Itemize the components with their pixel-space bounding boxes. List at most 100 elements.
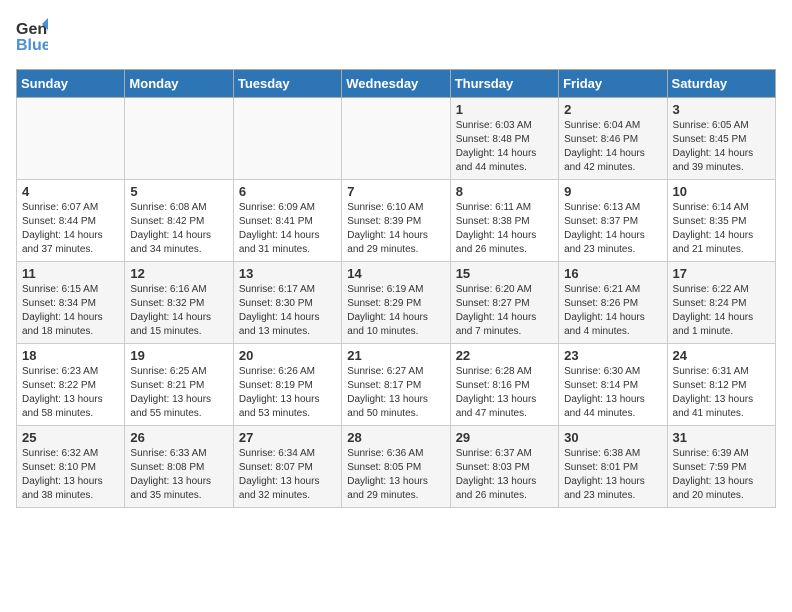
day-number: 2 — [564, 102, 661, 117]
day-info: Sunrise: 6:14 AM Sunset: 8:35 PM Dayligh… — [673, 201, 770, 257]
day-number: 24 — [673, 348, 770, 363]
day-info: Sunrise: 6:26 AM Sunset: 8:19 PM Dayligh… — [239, 365, 336, 421]
day-number: 10 — [673, 184, 770, 199]
day-info: Sunrise: 6:25 AM Sunset: 8:21 PM Dayligh… — [130, 365, 227, 421]
calendar-cell: 29 Sunrise: 6:37 AM Sunset: 8:03 PM Dayli… — [450, 426, 558, 508]
calendar-week-2: 4Sunrise: 6:07 AM Sunset: 8:44 PM Daylig… — [17, 180, 776, 262]
day-header-tuesday: Tuesday — [233, 70, 341, 98]
calendar-cell: 4Sunrise: 6:07 AM Sunset: 8:44 PM Daylig… — [17, 180, 125, 262]
calendar-cell: 17Sunrise: 6:22 AM Sunset: 8:24 PM Dayli… — [667, 262, 775, 344]
calendar-cell: 25 Sunrise: 6:32 AM Sunset: 8:10 PM Dayli… — [17, 426, 125, 508]
calendar-cell — [342, 98, 450, 180]
day-number: 18 — [22, 348, 119, 363]
day-number: 28 — [347, 430, 444, 445]
calendar-cell: 22 Sunrise: 6:28 AM Sunset: 8:16 PM Dayli… — [450, 344, 558, 426]
calendar-cell: 19 Sunrise: 6:25 AM Sunset: 8:21 PM Dayli… — [125, 344, 233, 426]
day-number: 23 — [564, 348, 661, 363]
day-number: 19 — [130, 348, 227, 363]
day-number: 22 — [456, 348, 553, 363]
day-info: Sunrise: 6:32 AM Sunset: 8:10 PM Dayligh… — [22, 447, 119, 503]
day-info: Sunrise: 6:37 AM Sunset: 8:03 PM Dayligh… — [456, 447, 553, 503]
day-info: Sunrise: 6:08 AM Sunset: 8:42 PM Dayligh… — [130, 201, 227, 257]
day-number: 16 — [564, 266, 661, 281]
calendar-cell: 7 Sunrise: 6:10 AM Sunset: 8:39 PM Daylig… — [342, 180, 450, 262]
calendar-cell: 6 Sunrise: 6:09 AM Sunset: 8:41 PM Daylig… — [233, 180, 341, 262]
day-number: 5 — [130, 184, 227, 199]
calendar-cell: 14 Sunrise: 6:19 AM Sunset: 8:29 PM Dayli… — [342, 262, 450, 344]
day-header-thursday: Thursday — [450, 70, 558, 98]
calendar-cell: 9Sunrise: 6:13 AM Sunset: 8:37 PM Daylig… — [559, 180, 667, 262]
day-number: 13 — [239, 266, 336, 281]
day-number: 15 — [456, 266, 553, 281]
day-number: 14 — [347, 266, 444, 281]
day-info: Sunrise: 6:23 AM Sunset: 8:22 PM Dayligh… — [22, 365, 119, 421]
day-info: Sunrise: 6:27 AM Sunset: 8:17 PM Dayligh… — [347, 365, 444, 421]
day-header-wednesday: Wednesday — [342, 70, 450, 98]
day-header-sunday: Sunday — [17, 70, 125, 98]
calendar-cell: 28 Sunrise: 6:36 AM Sunset: 8:05 PM Dayli… — [342, 426, 450, 508]
day-info: Sunrise: 6:20 AM Sunset: 8:27 PM Dayligh… — [456, 283, 553, 339]
day-info: Sunrise: 6:30 AM Sunset: 8:14 PM Dayligh… — [564, 365, 661, 421]
day-info: Sunrise: 6:19 AM Sunset: 8:29 PM Dayligh… — [347, 283, 444, 339]
day-info: Sunrise: 6:09 AM Sunset: 8:41 PM Dayligh… — [239, 201, 336, 257]
calendar-cell: 30Sunrise: 6:38 AM Sunset: 8:01 PM Dayli… — [559, 426, 667, 508]
day-info: Sunrise: 6:10 AM Sunset: 8:39 PM Dayligh… — [347, 201, 444, 257]
day-info: Sunrise: 6:38 AM Sunset: 8:01 PM Dayligh… — [564, 447, 661, 503]
calendar-cell: 23 Sunrise: 6:30 AM Sunset: 8:14 PM Dayli… — [559, 344, 667, 426]
day-number: 1 — [456, 102, 553, 117]
day-header-saturday: Saturday — [667, 70, 775, 98]
calendar-cell: 8Sunrise: 6:11 AM Sunset: 8:38 PM Daylig… — [450, 180, 558, 262]
day-info: Sunrise: 6:28 AM Sunset: 8:16 PM Dayligh… — [456, 365, 553, 421]
calendar-week-1: 1 Sunrise: 6:03 AM Sunset: 8:48 PM Daylig… — [17, 98, 776, 180]
calendar-cell: 1 Sunrise: 6:03 AM Sunset: 8:48 PM Daylig… — [450, 98, 558, 180]
day-number: 12 — [130, 266, 227, 281]
day-number: 31 — [673, 430, 770, 445]
day-number: 11 — [22, 266, 119, 281]
calendar-cell: 31 Sunrise: 6:39 AM Sunset: 7:59 PM Dayli… — [667, 426, 775, 508]
day-number: 21 — [347, 348, 444, 363]
calendar-cell: 12 Sunrise: 6:16 AM Sunset: 8:32 PM Dayli… — [125, 262, 233, 344]
day-info: Sunrise: 6:34 AM Sunset: 8:07 PM Dayligh… — [239, 447, 336, 503]
calendar-cell: 16Sunrise: 6:21 AM Sunset: 8:26 PM Dayli… — [559, 262, 667, 344]
day-number: 6 — [239, 184, 336, 199]
day-number: 7 — [347, 184, 444, 199]
day-number: 9 — [564, 184, 661, 199]
day-info: Sunrise: 6:31 AM Sunset: 8:12 PM Dayligh… — [673, 365, 770, 421]
day-info: Sunrise: 6:17 AM Sunset: 8:30 PM Dayligh… — [239, 283, 336, 339]
day-info: Sunrise: 6:33 AM Sunset: 8:08 PM Dayligh… — [130, 447, 227, 503]
calendar-week-3: 11 Sunrise: 6:15 AM Sunset: 8:34 PM Dayli… — [17, 262, 776, 344]
calendar-cell: 13 Sunrise: 6:17 AM Sunset: 8:30 PM Dayli… — [233, 262, 341, 344]
day-info: Sunrise: 6:15 AM Sunset: 8:34 PM Dayligh… — [22, 283, 119, 339]
calendar-cell: 15 Sunrise: 6:20 AM Sunset: 8:27 PM Dayli… — [450, 262, 558, 344]
day-number: 3 — [673, 102, 770, 117]
day-info: Sunrise: 6:03 AM Sunset: 8:48 PM Dayligh… — [456, 119, 553, 175]
calendar-cell: 20Sunrise: 6:26 AM Sunset: 8:19 PM Dayli… — [233, 344, 341, 426]
calendar-cell: 24 Sunrise: 6:31 AM Sunset: 8:12 PM Dayli… — [667, 344, 775, 426]
day-number: 26 — [130, 430, 227, 445]
calendar-cell: 21 Sunrise: 6:27 AM Sunset: 8:17 PM Dayli… — [342, 344, 450, 426]
day-header-friday: Friday — [559, 70, 667, 98]
logo: General Blue — [16, 16, 48, 61]
day-number: 29 — [456, 430, 553, 445]
logo-icon: General Blue — [16, 16, 48, 61]
calendar-cell: 3 Sunrise: 6:05 AM Sunset: 8:45 PM Daylig… — [667, 98, 775, 180]
day-info: Sunrise: 6:05 AM Sunset: 8:45 PM Dayligh… — [673, 119, 770, 175]
svg-text:Blue: Blue — [16, 37, 48, 54]
day-number: 27 — [239, 430, 336, 445]
day-number: 25 — [22, 430, 119, 445]
day-info: Sunrise: 6:16 AM Sunset: 8:32 PM Dayligh… — [130, 283, 227, 339]
header: General Blue — [16, 16, 776, 61]
day-info: Sunrise: 6:39 AM Sunset: 7:59 PM Dayligh… — [673, 447, 770, 503]
day-info: Sunrise: 6:22 AM Sunset: 8:24 PM Dayligh… — [673, 283, 770, 339]
calendar-cell — [233, 98, 341, 180]
calendar-cell: 5 Sunrise: 6:08 AM Sunset: 8:42 PM Daylig… — [125, 180, 233, 262]
day-info: Sunrise: 6:36 AM Sunset: 8:05 PM Dayligh… — [347, 447, 444, 503]
calendar-week-4: 18 Sunrise: 6:23 AM Sunset: 8:22 PM Dayli… — [17, 344, 776, 426]
calendar-cell: 2 Sunrise: 6:04 AM Sunset: 8:46 PM Daylig… — [559, 98, 667, 180]
day-header-monday: Monday — [125, 70, 233, 98]
calendar-week-5: 25 Sunrise: 6:32 AM Sunset: 8:10 PM Dayli… — [17, 426, 776, 508]
calendar: SundayMondayTuesdayWednesdayThursdayFrid… — [16, 69, 776, 508]
day-info: Sunrise: 6:04 AM Sunset: 8:46 PM Dayligh… — [564, 119, 661, 175]
calendar-cell: 26 Sunrise: 6:33 AM Sunset: 8:08 PM Dayli… — [125, 426, 233, 508]
day-number: 4 — [22, 184, 119, 199]
